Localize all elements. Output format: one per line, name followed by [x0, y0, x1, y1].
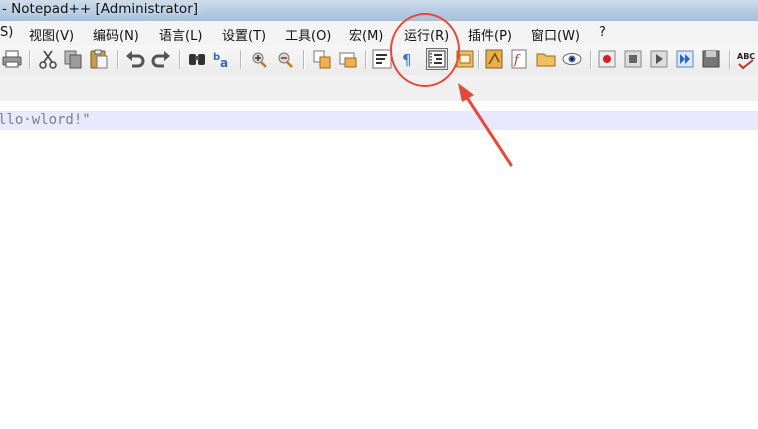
spell-check-icon[interactable]: ABC — [736, 48, 758, 70]
doc-map-icon[interactable] — [483, 48, 505, 70]
svg-text:a: a — [220, 56, 228, 70]
menu-view[interactable]: 视图(V) — [29, 25, 74, 44]
menu-macro[interactable]: 宏(M) — [349, 25, 383, 44]
sync-vertical-icon[interactable] — [311, 48, 333, 70]
undo-icon[interactable] — [124, 48, 146, 70]
title-bar: - Notepad++ [Administrator] — [0, 0, 758, 21]
record-macro-icon[interactable] — [596, 48, 618, 70]
editor-area[interactable]: llo·wlord!" — [0, 101, 758, 429]
menu-encoding[interactable]: 编码(N) — [93, 25, 139, 44]
current-line-highlight — [0, 111, 758, 130]
play-macro-icon[interactable] — [648, 48, 670, 70]
replace-icon[interactable]: ba — [211, 48, 233, 70]
zoom-in-icon[interactable] — [248, 48, 270, 70]
zoom-out-icon[interactable] — [274, 48, 296, 70]
window-title: - Notepad++ [Administrator] — [2, 1, 199, 17]
function-list-icon[interactable]: f — [508, 48, 530, 70]
tab-bar — [0, 75, 758, 102]
menu-language[interactable]: 语言(L) — [159, 25, 202, 44]
menu-window[interactable]: 窗口(W) — [531, 25, 580, 44]
menu-settings[interactable]: 设置(T) — [222, 25, 266, 44]
run-macro-multiple-icon[interactable] — [674, 48, 696, 70]
code-line[interactable]: llo·wlord!" — [0, 111, 91, 130]
menu-search[interactable]: S) — [0, 25, 13, 40]
menu-help[interactable]: ? — [599, 25, 606, 40]
annotation-circle — [390, 13, 460, 87]
menu-tools[interactable]: 工具(O) — [285, 25, 331, 44]
toolbar: ba ¶ f ABC — [0, 45, 758, 75]
paste-icon[interactable] — [88, 48, 110, 70]
sync-horizontal-icon[interactable] — [337, 48, 359, 70]
redo-icon[interactable] — [150, 48, 172, 70]
save-macro-icon[interactable] — [700, 48, 722, 70]
cut-icon[interactable] — [37, 48, 59, 70]
stop-record-icon[interactable] — [622, 48, 644, 70]
monitoring-icon[interactable] — [561, 48, 583, 70]
print-icon[interactable] — [1, 48, 23, 70]
folder-workspace-icon[interactable] — [535, 48, 557, 70]
menu-plugins[interactable]: 插件(P) — [468, 25, 512, 44]
menu-bar: S) 视图(V) 编码(N) 语言(L) 设置(T) 工具(O) 宏(M) 运行… — [0, 21, 758, 46]
copy-icon[interactable] — [62, 48, 84, 70]
find-icon[interactable] — [186, 48, 208, 70]
